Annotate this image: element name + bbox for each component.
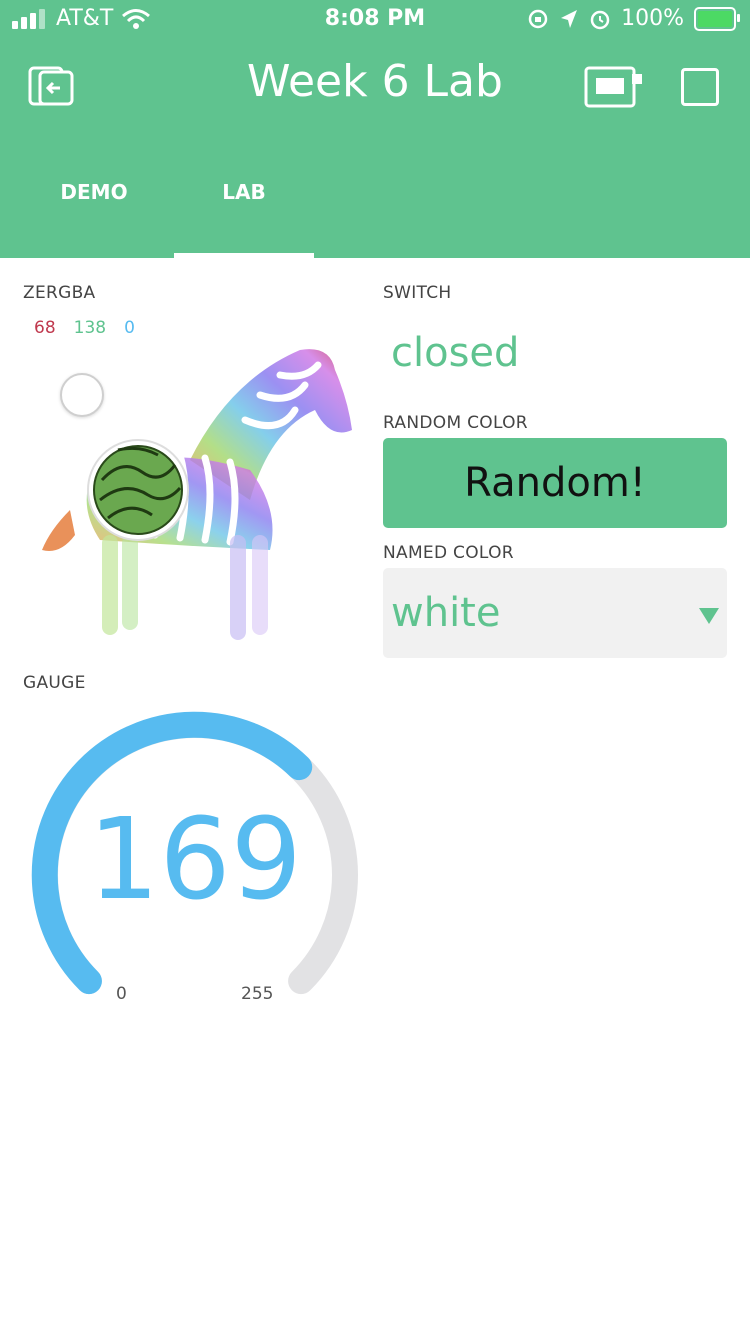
tab-lab[interactable]: LAB (174, 180, 314, 216)
square-icon[interactable] (681, 68, 719, 106)
alarm-icon (590, 10, 610, 29)
battery-percent: 100% (621, 6, 684, 31)
device-icon[interactable] (584, 66, 644, 108)
gauge-min: 0 (116, 984, 127, 1004)
switch-value[interactable]: closed (391, 330, 519, 376)
named-color-select[interactable]: white (383, 568, 727, 658)
gauge-label: GAUGE (23, 673, 86, 693)
gauge-value: 169 (88, 795, 302, 925)
location-icon (561, 9, 578, 28)
gauge-max: 255 (241, 984, 274, 1004)
named-color-value: white (391, 590, 501, 636)
rgb-blue-value: 0 (124, 318, 135, 338)
chevron-down-icon (699, 608, 719, 624)
tab-indicator (174, 253, 314, 258)
random-button[interactable]: Random! (383, 438, 727, 528)
zergba-label: ZERGBA (23, 283, 96, 303)
rgb-red-value: 68 (34, 318, 56, 338)
status-bar: AT&T 8:08 PM 100% (0, 0, 750, 40)
tab-demo[interactable]: DEMO (24, 180, 164, 216)
rgb-green-value: 138 (73, 318, 107, 338)
zebra-color-picker[interactable] (30, 340, 360, 650)
app-header: AT&T 8:08 PM 100% Week 6 Lab DEMO LAB (0, 0, 750, 258)
rotation-lock-icon (528, 9, 548, 28)
battery-icon (694, 6, 740, 31)
named-color-label: NAMED COLOR (383, 543, 514, 563)
random-color-label: RANDOM COLOR (383, 413, 528, 433)
rgb-values: 68 138 0 (34, 318, 135, 338)
status-right: 100% (527, 6, 740, 31)
switch-label: SWITCH (383, 283, 452, 303)
